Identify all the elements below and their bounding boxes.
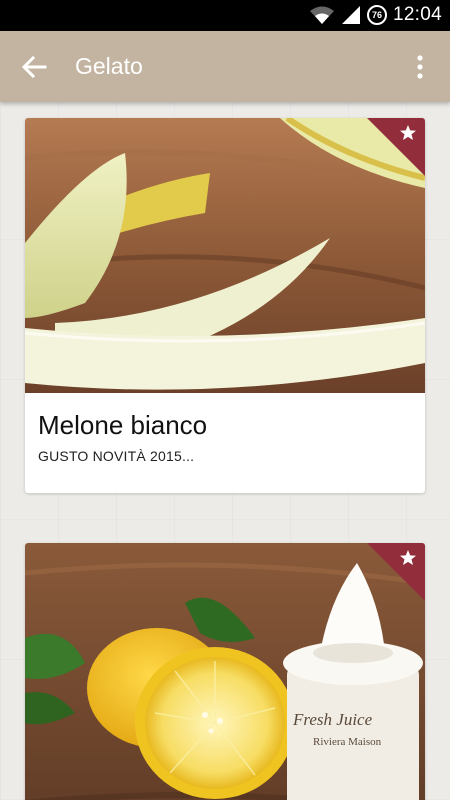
overflow-menu-button[interactable] <box>410 53 430 81</box>
status-icons: 76 12:04 <box>309 4 442 26</box>
wifi-icon <box>309 6 334 24</box>
product-card[interactable]: Fresh Juice Riviera Maison <box>25 543 425 800</box>
signal-icon <box>341 6 360 24</box>
app-bar: Gelato <box>0 31 450 102</box>
jar-label-text: Fresh Juice <box>292 710 373 729</box>
product-image-lemon: Fresh Juice Riviera Maison <box>25 543 425 800</box>
jar-brand-text: Riviera Maison <box>313 736 382 748</box>
product-card[interactable]: Melone bianco GUSTO NOVITÀ 2015... <box>25 118 425 493</box>
status-time: 12:04 <box>392 4 442 25</box>
page-title: Gelato <box>75 53 143 79</box>
status-bar: 76 12:04 <box>0 0 450 31</box>
overflow-menu-icon <box>417 55 423 79</box>
battery-icon: 76 <box>366 5 387 25</box>
back-arrow-icon <box>21 55 47 79</box>
back-button[interactable] <box>20 54 48 80</box>
card-title: Melone bianco <box>38 410 208 440</box>
featured-ribbon <box>367 118 425 176</box>
product-image-melon <box>25 118 425 393</box>
featured-ribbon <box>367 543 425 601</box>
card-subtitle: GUSTO NOVITÀ 2015... <box>38 448 195 464</box>
card-text: Melone bianco GUSTO NOVITÀ 2015... <box>38 410 207 464</box>
